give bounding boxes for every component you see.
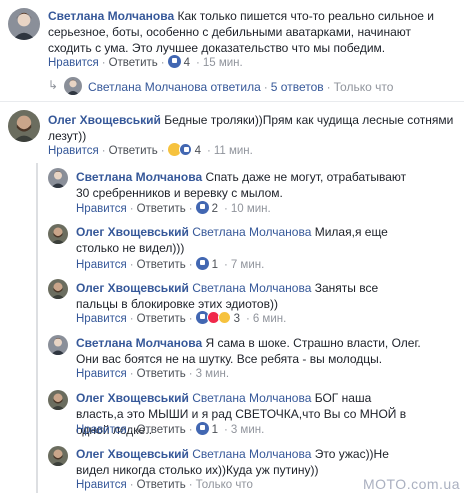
author-name[interactable]: Олег Хвощевський bbox=[76, 391, 189, 405]
comment-time[interactable]: 11 мин. bbox=[214, 145, 253, 157]
like-link[interactable]: Нравится bbox=[76, 203, 127, 215]
comment-actions: Нравится · Ответить · 4 · 15 мин. bbox=[48, 55, 243, 69]
reply-time[interactable]: 3 мин. bbox=[196, 368, 229, 380]
like-reaction-icon[interactable] bbox=[167, 55, 181, 68]
author-name[interactable]: Светлана Молчанова bbox=[48, 9, 174, 23]
reply-actions: Нравится · Ответить · Только что bbox=[76, 479, 253, 491]
reply-time[interactable]: Только что bbox=[334, 80, 394, 94]
reaction-count[interactable]: 4 bbox=[195, 145, 201, 157]
comment-body: Светлана Молчанова Как только пишется чт… bbox=[48, 8, 458, 56]
mention-link[interactable]: Светлана Молчанова bbox=[192, 391, 311, 405]
avatar[interactable] bbox=[48, 446, 68, 466]
like-link[interactable]: Нравится bbox=[76, 479, 127, 491]
watermark: MOTO.com.ua bbox=[362, 476, 460, 492]
reply-link[interactable]: Ответить bbox=[137, 479, 186, 491]
avatar[interactable] bbox=[48, 224, 68, 244]
reply-link[interactable]: Ответить bbox=[137, 424, 186, 436]
avatar bbox=[64, 77, 82, 95]
reply-body: Светлана Молчанова Спать даже не могут, … bbox=[76, 169, 416, 201]
author-name[interactable]: Светлана Молчанова bbox=[76, 336, 202, 350]
haha-reaction-icon[interactable] bbox=[217, 311, 231, 324]
reply-time[interactable]: Только что bbox=[196, 479, 253, 491]
reply-link[interactable]: Ответить bbox=[109, 57, 158, 69]
reply-link[interactable]: Ответить bbox=[137, 203, 186, 215]
reply-actions: Нравится · Ответить · 1 · 3 мин. bbox=[76, 422, 265, 436]
avatar[interactable] bbox=[48, 279, 68, 299]
author-name[interactable]: Олег Хвощевський bbox=[76, 447, 189, 461]
reaction-count[interactable]: 1 bbox=[212, 259, 218, 271]
reply-time[interactable]: 7 мин. bbox=[231, 259, 264, 271]
reply-body: Светлана Молчанова Я сама в шоке. Страшн… bbox=[76, 335, 421, 367]
avatar[interactable] bbox=[48, 168, 68, 188]
like-reaction-icon[interactable] bbox=[178, 143, 192, 156]
reply-link[interactable]: Ответить bbox=[109, 145, 158, 157]
thread-line bbox=[36, 163, 38, 493]
reply-time[interactable]: 10 мин. bbox=[231, 203, 271, 215]
comment-body: Олег Хвощевський Бедные троляки))Прям ка… bbox=[48, 112, 460, 144]
like-link[interactable]: Нравится bbox=[76, 313, 127, 325]
reaction-count[interactable]: 3 bbox=[234, 313, 240, 325]
mention-link[interactable]: Светлана Молчанова bbox=[192, 447, 311, 461]
avatar[interactable] bbox=[8, 8, 40, 40]
like-link[interactable]: Нравится bbox=[76, 259, 127, 271]
like-reaction-icon[interactable] bbox=[195, 257, 209, 270]
reply-arrow-icon: ↳ bbox=[48, 78, 59, 92]
comment-time[interactable]: 15 мин. bbox=[203, 57, 243, 69]
avatar[interactable] bbox=[48, 335, 68, 355]
reply-body: Олег Хвощевський Светлана Молчанова Мила… bbox=[76, 224, 406, 256]
reply-body: Олег Хвощевський Светлана Молчанова Заня… bbox=[76, 280, 416, 312]
like-link[interactable]: Нравится bbox=[76, 424, 127, 436]
like-link[interactable]: Нравится bbox=[48, 57, 99, 69]
author-name[interactable]: Светлана Молчанова bbox=[88, 80, 207, 94]
like-link[interactable]: Нравится bbox=[76, 368, 127, 380]
reply-body: Олег Хвощевський Светлана Молчанова Это … bbox=[76, 446, 416, 478]
reaction-count[interactable]: 1 bbox=[212, 424, 218, 436]
avatar[interactable] bbox=[8, 110, 40, 142]
divider bbox=[0, 101, 464, 102]
like-link[interactable]: Нравится bbox=[48, 145, 99, 157]
author-name[interactable]: Олег Хвощевський bbox=[48, 113, 161, 127]
reply-action: ответила bbox=[210, 80, 261, 94]
reply-actions: Нравится · Ответить · 2 · 10 мин. bbox=[76, 201, 271, 215]
author-name[interactable]: Светлана Молчанова bbox=[76, 170, 202, 184]
avatar[interactable] bbox=[48, 390, 68, 410]
reply-time[interactable]: 3 мин. bbox=[231, 424, 264, 436]
replies-count-link[interactable]: 5 ответов bbox=[271, 80, 324, 94]
reply-actions: Нравится · Ответить · 1 · 7 мин. bbox=[76, 257, 265, 271]
like-reaction-icon[interactable] bbox=[195, 422, 209, 435]
author-name[interactable]: Олег Хвощевський bbox=[76, 225, 189, 239]
reaction-count[interactable]: 2 bbox=[212, 203, 218, 215]
reply-link[interactable]: Ответить bbox=[137, 313, 186, 325]
author-name[interactable]: Олег Хвощевський bbox=[76, 281, 189, 295]
reply-link[interactable]: Ответить bbox=[137, 259, 186, 271]
reply-actions: Нравится · Ответить · 3 · 6 мин. bbox=[76, 311, 287, 325]
like-reaction-icon[interactable] bbox=[195, 201, 209, 214]
reaction-count[interactable]: 4 bbox=[184, 57, 190, 69]
reply-link[interactable]: Ответить bbox=[137, 368, 186, 380]
comment-actions: Нравится · Ответить · 4 · 11 мин. bbox=[48, 143, 253, 157]
reply-time[interactable]: 6 мин. bbox=[253, 313, 286, 325]
collapsed-replies-text[interactable]: Светлана Молчанова ответила · 5 ответов · То… bbox=[88, 79, 393, 95]
mention-link[interactable]: Светлана Молчанова bbox=[192, 281, 311, 295]
reply-actions: Нравится · Ответить · 3 мин. bbox=[76, 368, 230, 380]
mention-link[interactable]: Светлана Молчанова bbox=[192, 225, 311, 239]
